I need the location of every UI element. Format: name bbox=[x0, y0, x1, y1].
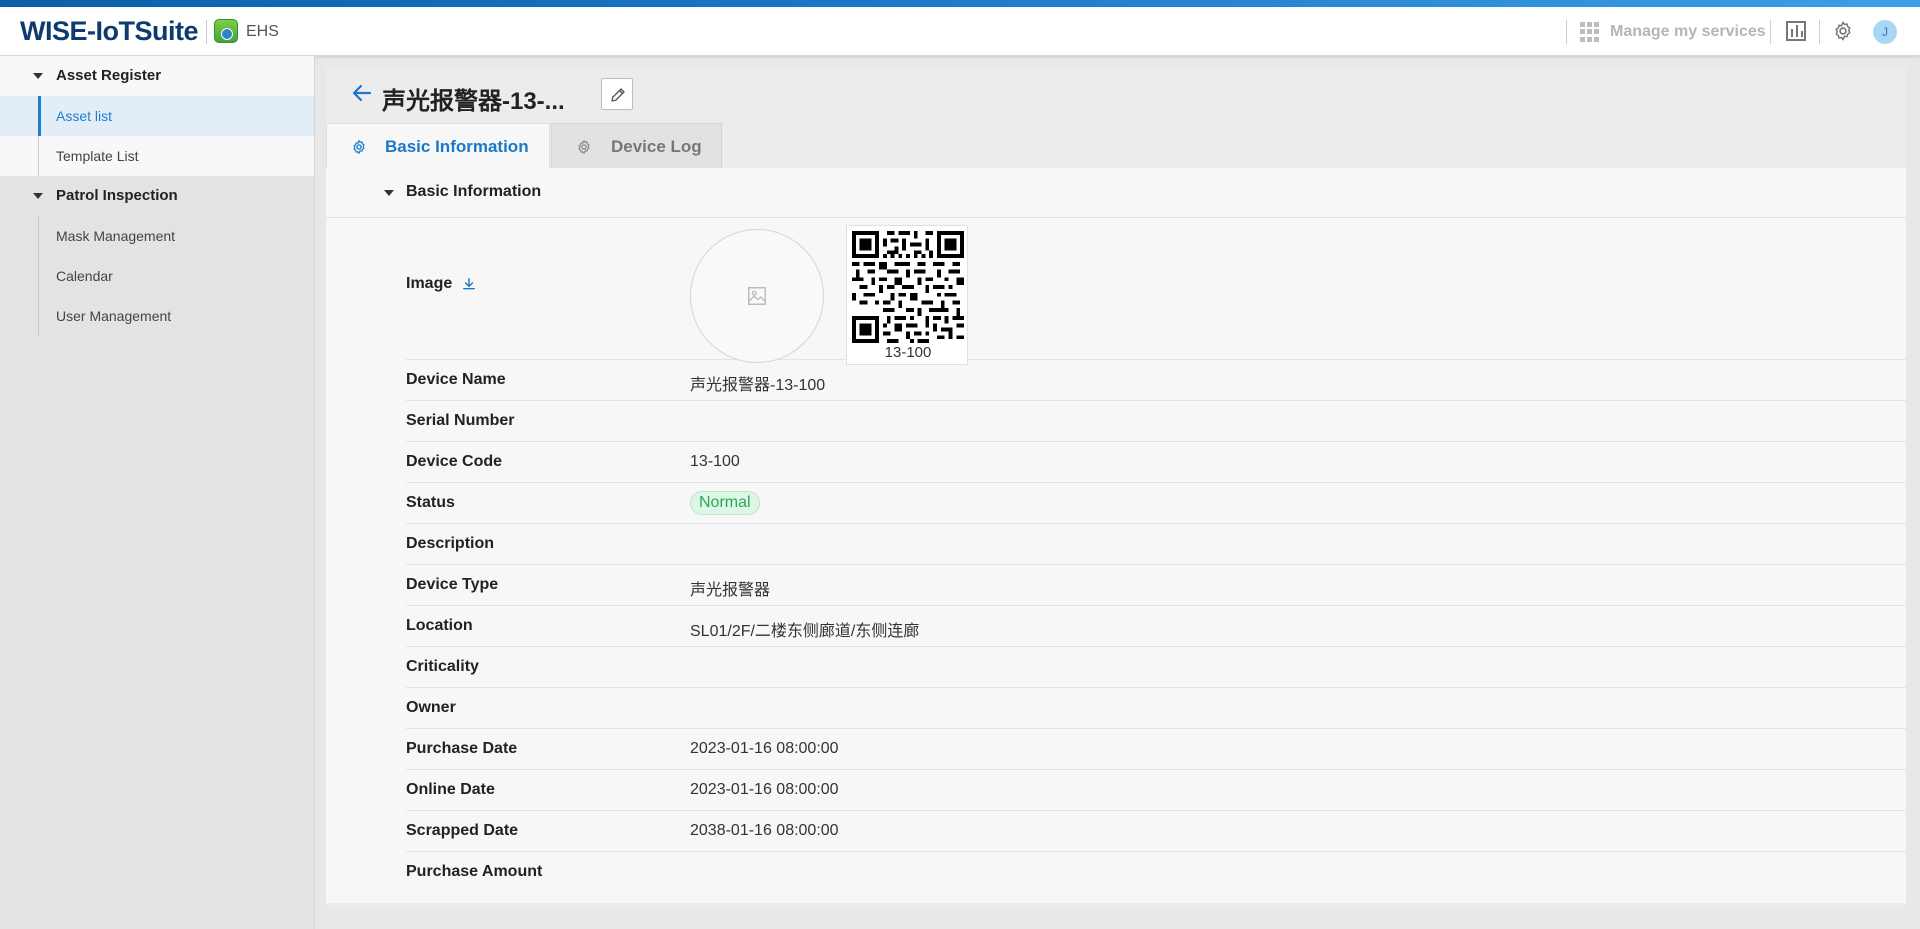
divider bbox=[1819, 20, 1820, 44]
field-label: Owner bbox=[406, 699, 456, 716]
field-label: Location bbox=[406, 617, 473, 634]
field-label: Description bbox=[406, 535, 495, 552]
field-row-purchase-date: Purchase Date 2023-01-16 08:00:00 bbox=[406, 729, 1906, 770]
download-icon[interactable] bbox=[462, 277, 476, 291]
logo[interactable]: WISE-IoTSuite bbox=[20, 16, 199, 47]
gear-icon bbox=[578, 140, 590, 154]
detail-panel: Basic Information Image 13-100 Device Na… bbox=[326, 168, 1906, 903]
field-row-serial-number: Serial Number bbox=[406, 401, 1906, 442]
sidebar-group-label: Patrol Inspection bbox=[56, 187, 178, 204]
field-row-criticality: Criticality bbox=[406, 647, 1906, 688]
field-row-location: Location SL01/2F/二楼东侧廊道/东侧连廊 bbox=[406, 606, 1906, 647]
field-value: 2023-01-16 08:00:00 bbox=[690, 781, 839, 798]
field-row-device-name: Device Name 声光报警器-13-100 bbox=[406, 360, 1906, 401]
qr-code[interactable]: 13-100 bbox=[846, 225, 968, 365]
field-value: 声光报警器-13-100 bbox=[690, 377, 826, 394]
field-label: Criticality bbox=[406, 658, 479, 675]
tab-label: Device Log bbox=[611, 137, 702, 156]
field-row-owner: Owner bbox=[406, 688, 1906, 729]
settings-gear-icon[interactable] bbox=[1832, 20, 1854, 42]
edit-button[interactable] bbox=[601, 78, 633, 110]
arrow-left-icon[interactable] bbox=[350, 81, 374, 105]
field-row-device-type: Device Type 声光报警器 bbox=[406, 565, 1906, 606]
image-row: Image 13-100 bbox=[406, 219, 1906, 365]
divider bbox=[1770, 20, 1771, 44]
caret-down-icon bbox=[384, 190, 394, 196]
status-badge: Normal bbox=[690, 491, 760, 515]
field-label: Device Code bbox=[406, 453, 503, 470]
ehs-app-icon bbox=[214, 19, 238, 43]
sidebar-item-asset-list[interactable]: Asset list bbox=[0, 96, 314, 136]
field-label: Online Date bbox=[406, 781, 495, 798]
divider bbox=[1566, 20, 1567, 44]
tab-basic-information[interactable]: Basic Information bbox=[326, 123, 550, 168]
sidebar-item-user-management[interactable]: User Management bbox=[0, 296, 314, 336]
report-icon[interactable] bbox=[1786, 21, 1806, 41]
caret-down-icon bbox=[33, 73, 43, 79]
sidebar-item-template-list[interactable]: Template List bbox=[0, 136, 314, 176]
caret-down-icon bbox=[33, 193, 43, 199]
field-row-description: Description bbox=[406, 524, 1906, 565]
sidebar-item-calendar[interactable]: Calendar bbox=[0, 256, 314, 296]
sidebar-item-mask-management[interactable]: Mask Management bbox=[0, 216, 314, 256]
field-value: 2023-01-16 08:00:00 bbox=[690, 740, 839, 757]
field-label: Scrapped Date bbox=[406, 822, 519, 839]
field-row-online-date: Online Date 2023-01-16 08:00:00 bbox=[406, 770, 1906, 811]
manage-services-link[interactable]: Manage my services bbox=[1610, 23, 1766, 41]
app-name: EHS bbox=[246, 23, 279, 40]
field-row-status: Status Normal bbox=[406, 483, 1906, 524]
pencil-icon bbox=[611, 88, 625, 102]
sidebar-group-patrol-inspection[interactable]: Patrol Inspection bbox=[0, 176, 314, 216]
qr-code-image bbox=[852, 231, 964, 343]
app-header: WISE-IoTSuite EHS Manage my services J bbox=[0, 7, 1920, 56]
section-title: Basic Information bbox=[406, 183, 542, 200]
image-placeholder-icon bbox=[748, 287, 766, 305]
field-label: Serial Number bbox=[406, 412, 515, 429]
page-title: 声光报警器-13-... bbox=[382, 88, 565, 115]
field-value: 13-100 bbox=[690, 453, 740, 470]
field-label: Purchase Date bbox=[406, 740, 518, 757]
section-header[interactable]: Basic Information bbox=[326, 168, 1906, 218]
field-label: Purchase Amount bbox=[406, 863, 543, 880]
user-avatar[interactable]: J bbox=[1873, 20, 1897, 44]
field-value: 声光报警器 bbox=[690, 582, 771, 599]
field-row-purchase-amount: Purchase Amount bbox=[406, 852, 1906, 893]
main-content: 声光报警器-13-... Basic Information Device Lo… bbox=[326, 67, 1906, 907]
sidebar-group-asset-register[interactable]: Asset Register bbox=[0, 56, 314, 96]
device-image[interactable] bbox=[690, 229, 824, 363]
gear-icon bbox=[353, 140, 365, 154]
field-label-image: Image bbox=[406, 275, 453, 292]
sidebar: Asset Register Asset list Template List … bbox=[0, 56, 315, 929]
field-label: Status bbox=[406, 494, 455, 511]
apps-grid-icon[interactable] bbox=[1580, 22, 1600, 42]
field-label: Device Name bbox=[406, 371, 506, 388]
field-value: SL01/2F/二楼东侧廊道/东侧连廊 bbox=[690, 623, 920, 640]
field-row-scrapped-date: Scrapped Date 2038-01-16 08:00:00 bbox=[406, 811, 1906, 852]
divider bbox=[206, 20, 207, 44]
tab-label: Basic Information bbox=[385, 137, 529, 156]
field-label: Device Type bbox=[406, 576, 499, 593]
top-accent-bar bbox=[0, 0, 1920, 7]
sidebar-group-label: Asset Register bbox=[56, 67, 162, 84]
field-value: 2038-01-16 08:00:00 bbox=[690, 822, 839, 839]
field-row-device-code: Device Code 13-100 bbox=[406, 442, 1906, 483]
qr-caption: 13-100 bbox=[884, 344, 932, 361]
tab-device-log[interactable]: Device Log bbox=[551, 123, 722, 168]
